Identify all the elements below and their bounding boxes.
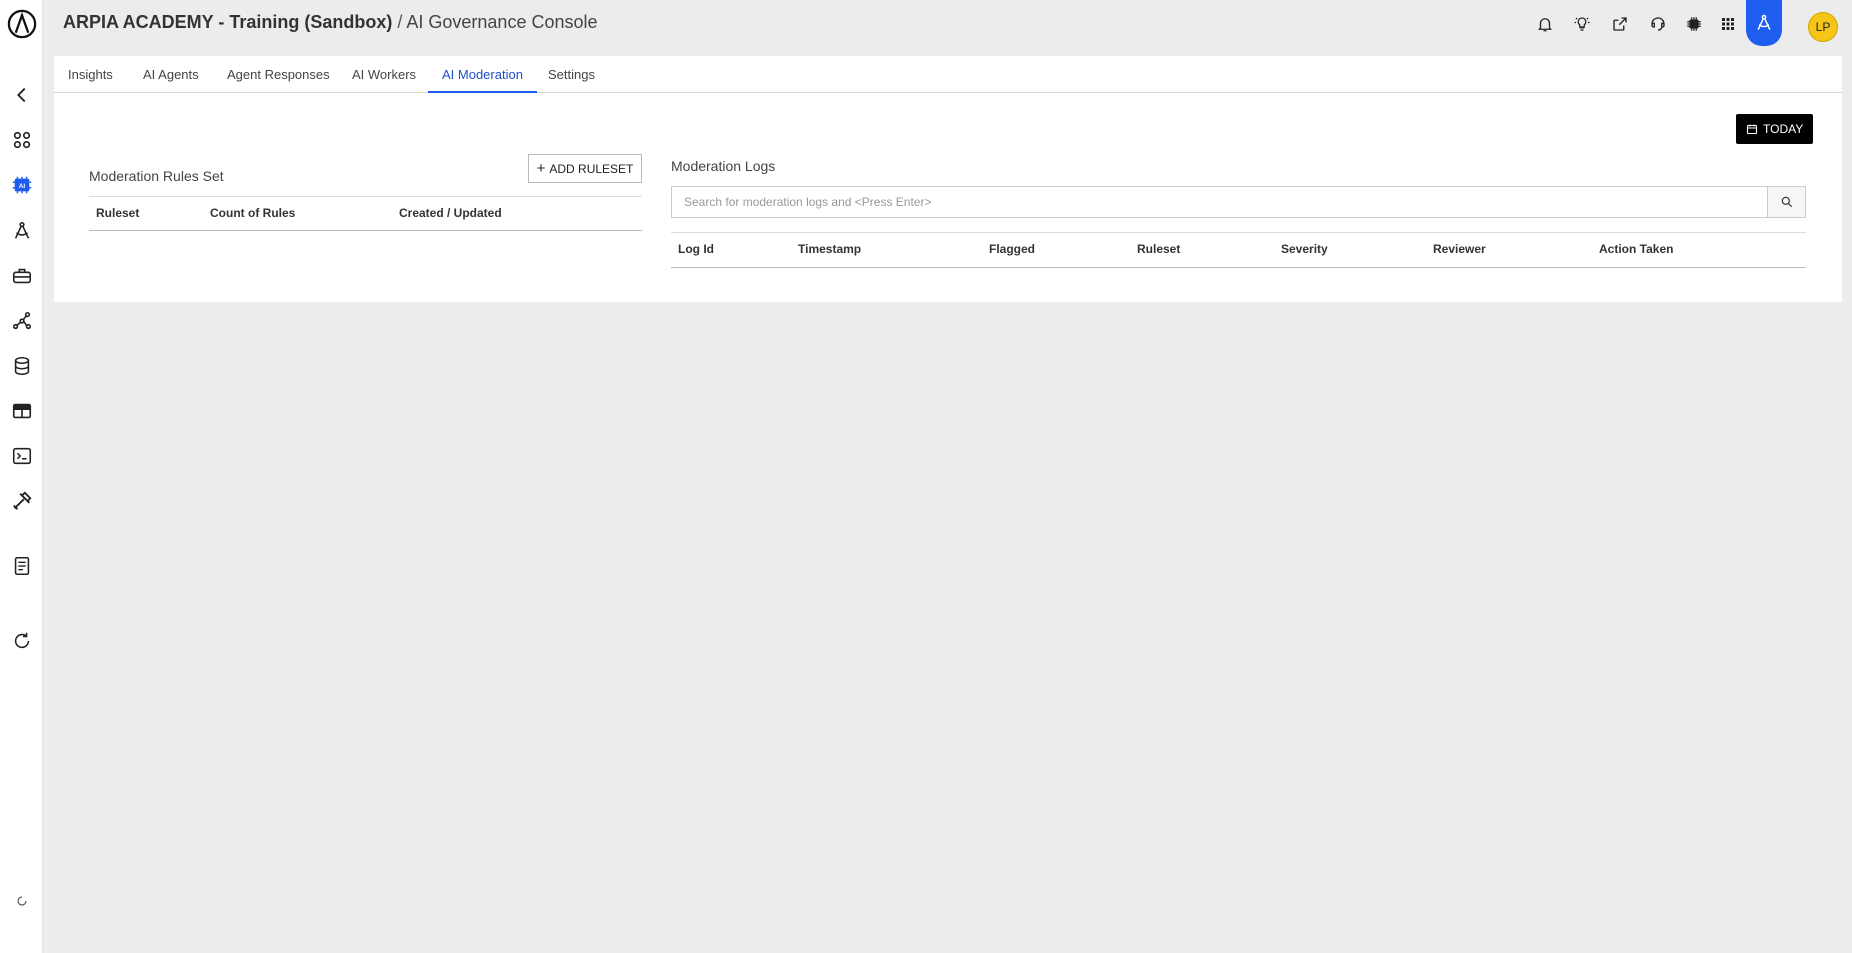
column-header-reviewer[interactable]: Reviewer [1433,233,1486,266]
column-header-action-taken[interactable]: Action Taken [1599,233,1673,266]
svg-text:AI: AI [18,183,25,190]
search-icon [1781,196,1792,208]
avatar[interactable]: LP [1808,12,1838,42]
rules-table: Ruleset Count of Rules Created / Updated [89,196,642,231]
tab-insights[interactable]: Insights [54,56,127,93]
date-filter-button[interactable]: TODAY [1736,114,1814,144]
column-header-created-updated[interactable]: Created / Updated [399,197,502,230]
tab-ai-workers[interactable]: AI Workers [338,56,430,93]
notebook-icon[interactable] [0,548,43,584]
apps-grid-icon[interactable] [1716,12,1740,36]
column-header-ruleset[interactable]: Ruleset [96,197,139,230]
search-button[interactable] [1767,187,1805,217]
support-headset-icon[interactable] [1646,12,1670,36]
lightbulb-icon[interactable] [1570,12,1594,36]
arpia-logo-icon[interactable] [0,6,43,42]
tab-ai-moderation[interactable]: AI Moderation [428,56,537,93]
table-icon[interactable] [0,393,43,429]
sidebar: AI [0,0,43,953]
logs-search-bar [671,186,1806,218]
share-icon[interactable] [1608,12,1632,36]
tab-ai-agents[interactable]: AI Agents [129,56,213,93]
tools-icon[interactable] [0,483,43,519]
ai-chip-icon[interactable]: AI [0,167,43,203]
add-ruleset-button[interactable]: + ADD RULESET [528,154,642,183]
calendar-icon [1746,124,1758,135]
main-panel: Insights AI Agents Agent Responses AI Wo… [54,56,1842,302]
add-ruleset-label: ADD RULESET [549,161,634,176]
column-header-ruleset[interactable]: Ruleset [1137,233,1180,266]
column-header-log-id[interactable]: Log Id [678,233,714,266]
tab-bar: Insights AI Agents Agent Responses AI Wo… [54,56,1842,93]
column-header-count-of-rules[interactable]: Count of Rules [210,197,295,230]
chip-icon[interactable] [1682,12,1706,36]
rules-set-title: Moderation Rules Set [89,168,224,184]
back-arrow-icon[interactable] [0,77,43,113]
logs-search-input[interactable] [672,187,1767,217]
database-icon[interactable] [0,348,43,384]
org-title[interactable]: ARPIA ACADEMY - Training (Sandbox) [63,12,392,32]
title-separator: / [397,12,403,32]
toolbox-icon[interactable] [0,258,43,294]
plus-icon: + [536,160,546,177]
refresh-icon[interactable] [0,623,43,659]
terminal-icon[interactable] [0,438,43,474]
column-header-flagged[interactable]: Flagged [989,233,1035,266]
column-header-severity[interactable]: Severity [1281,233,1328,266]
date-filter-label: TODAY [1763,122,1804,136]
compass-draw-icon[interactable] [0,213,43,249]
graph-nodes-icon[interactable] [0,303,43,339]
compass-app-icon[interactable] [1746,0,1782,46]
bell-icon[interactable] [1533,12,1557,36]
apps-grid-icon[interactable] [0,122,43,158]
tab-settings[interactable]: Settings [534,56,609,93]
page-title: ARPIA ACADEMY - Training (Sandbox) / AI … [63,12,598,33]
tab-agent-responses[interactable]: Agent Responses [213,56,344,93]
console-title: AI Governance Console [406,12,598,32]
loading-spinner-icon [0,883,43,919]
column-header-timestamp[interactable]: Timestamp [798,233,861,266]
moderation-logs-title: Moderation Logs [671,158,776,174]
logs-table: Log Id Timestamp Flagged Ruleset Severit… [671,232,1806,268]
